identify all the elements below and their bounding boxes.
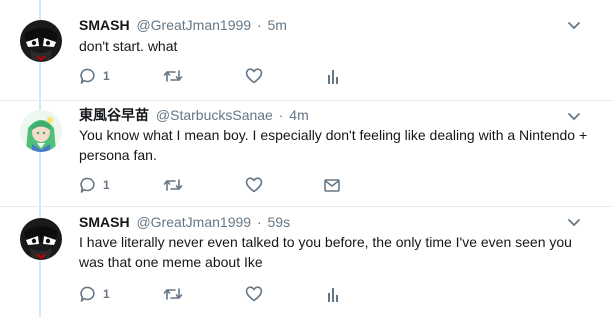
analytics-icon xyxy=(325,285,341,303)
analytics-button[interactable] xyxy=(325,66,341,86)
heart-icon xyxy=(245,285,263,303)
direct-message-icon xyxy=(323,176,341,194)
tweet-header: 東風谷早苗 @StarbucksSanae · 4m xyxy=(79,106,309,124)
anime-girl-avatar-icon[interactable] xyxy=(20,110,62,152)
tweet-header: SMASH @GreatJman1999 · 59s xyxy=(79,213,290,231)
user-handle[interactable]: @GreatJman1999 xyxy=(136,214,251,230)
tweet[interactable]: 東風谷早苗 @StarbucksSanae · 4m You know what… xyxy=(0,101,613,206)
mask-avatar-icon[interactable] xyxy=(20,218,62,260)
analytics-icon xyxy=(325,67,341,85)
reply-count: 1 xyxy=(103,287,110,301)
tweet[interactable]: SMASH @GreatJman1999 · 59s I have litera… xyxy=(0,207,613,317)
separator-dot: · xyxy=(278,107,284,123)
like-button[interactable] xyxy=(245,284,263,304)
retweet-button[interactable] xyxy=(163,284,183,304)
tweet-text: don't start. what xyxy=(79,38,178,54)
chevron-down-icon[interactable] xyxy=(566,215,582,231)
mask-avatar-icon[interactable] xyxy=(20,20,62,62)
direct-message-button[interactable] xyxy=(323,175,341,195)
user-handle[interactable]: @GreatJman1999 xyxy=(136,17,251,33)
display-name[interactable]: SMASH xyxy=(79,17,130,33)
retweet-button[interactable] xyxy=(163,66,183,86)
timestamp[interactable]: 4m xyxy=(289,107,308,123)
tweet-text: You know what I mean boy. I especially d… xyxy=(79,127,588,163)
heart-icon xyxy=(245,176,263,194)
retweet-icon xyxy=(163,176,183,194)
retweet-icon xyxy=(163,67,183,85)
retweet-button[interactable] xyxy=(163,175,183,195)
display-name[interactable]: SMASH xyxy=(79,214,130,230)
like-button[interactable] xyxy=(245,175,263,195)
reply-count: 1 xyxy=(103,69,110,83)
timestamp[interactable]: 59s xyxy=(268,214,291,230)
like-button[interactable] xyxy=(245,66,263,86)
retweet-icon xyxy=(163,285,183,303)
tweet-header: SMASH @GreatJman1999 · 5m xyxy=(79,16,287,34)
heart-icon xyxy=(245,67,263,85)
chevron-down-icon[interactable] xyxy=(566,109,582,125)
reply-button[interactable]: 1 xyxy=(79,175,110,195)
user-handle[interactable]: @StarbucksSanae xyxy=(156,107,273,123)
timestamp[interactable]: 5m xyxy=(268,17,287,33)
reply-button[interactable]: 1 xyxy=(79,66,110,86)
reply-count: 1 xyxy=(103,178,110,192)
reply-icon xyxy=(79,67,97,85)
reply-button[interactable]: 1 xyxy=(79,284,110,304)
display-name[interactable]: 東風谷早苗 xyxy=(79,107,149,123)
reply-icon xyxy=(79,176,97,194)
reply-icon xyxy=(79,285,97,303)
chevron-down-icon[interactable] xyxy=(566,18,582,34)
tweet[interactable]: SMASH @GreatJman1999 · 5m don't start. w… xyxy=(0,0,613,100)
separator-dot: · xyxy=(256,214,262,230)
separator-dot: · xyxy=(256,17,262,33)
tweet-text: I have literally never even talked to yo… xyxy=(79,234,572,270)
analytics-button[interactable] xyxy=(325,284,341,304)
